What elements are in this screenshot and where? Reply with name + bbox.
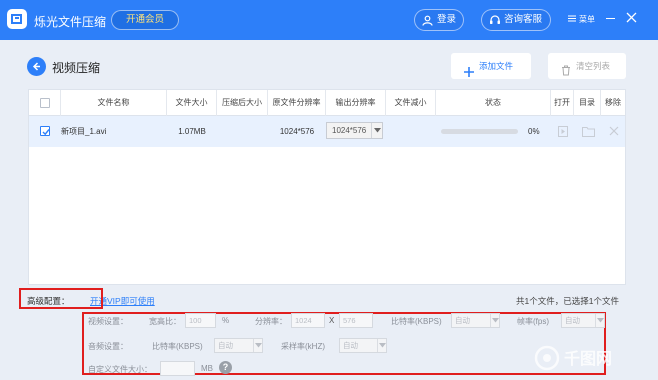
support-button[interactable]: 咨询客服	[481, 9, 551, 31]
headset-icon	[489, 14, 501, 34]
progress-text: 0%	[528, 127, 540, 136]
custom-size-input[interactable]	[160, 361, 195, 376]
menu-label: 菜单	[579, 15, 595, 24]
header-file-name: 文件名称	[61, 90, 167, 116]
clear-list-label: 清空列表	[576, 61, 611, 71]
resolution-label: 分辨率：	[255, 317, 287, 326]
header-folder: 目录	[574, 90, 601, 116]
login-button[interactable]: 登录	[414, 9, 464, 31]
aspect-ratio-unit: %	[222, 316, 230, 325]
menu-button[interactable]: 菜单	[568, 14, 595, 25]
row-source-resolution: 1024*576	[279, 127, 315, 136]
chevron-down-icon	[595, 314, 604, 327]
chevron-down-icon	[490, 314, 499, 327]
header-remove: 移除	[605, 98, 621, 107]
logo-icon	[7, 9, 27, 29]
video-settings-label: 视频设置：	[88, 317, 128, 326]
sample-rate-select[interactable]: 自动	[339, 338, 387, 353]
chevron-down-icon	[371, 123, 382, 138]
row-reduced	[386, 116, 436, 147]
watermark-text: 千图网	[564, 349, 612, 368]
video-bitrate-value: 自动	[455, 316, 470, 325]
header-select-all[interactable]	[29, 90, 61, 116]
header-reduced: 文件减小	[386, 90, 436, 116]
output-resolution-value: 1024*576	[332, 126, 367, 135]
header-open: 打开	[551, 90, 574, 116]
sample-rate-value: 自动	[343, 341, 358, 350]
folder-icon[interactable]	[582, 126, 595, 139]
audio-bitrate-value: 自动	[218, 341, 233, 350]
user-icon	[422, 14, 433, 34]
file-table: 文件名称 文件大小 压缩后大小 原文件分辨率 输出分辨率 文件减小 状态 打开 …	[28, 89, 626, 285]
file-count-status: 共1个文件，已选择1个文件	[516, 296, 619, 306]
resolution-width-input[interactable]: 1024	[291, 313, 325, 328]
add-file-button[interactable]: 添加文件	[451, 53, 531, 79]
fps-select[interactable]: 自动	[561, 313, 605, 328]
fps-label: 帧率(fps)	[517, 317, 549, 326]
header-source-resolution: 原文件分辨率	[268, 90, 326, 116]
back-button[interactable]	[27, 57, 46, 76]
table-row[interactable]: 新项目_1.avi 1.07MB 1024*576 1024*576 0%	[29, 116, 625, 147]
sample-rate-label: 采样率(kHZ)	[281, 342, 325, 351]
remove-icon[interactable]	[609, 126, 619, 138]
header-output-resolution: 输出分辨率	[326, 90, 386, 116]
aspect-ratio-label: 宽高比：	[149, 317, 181, 326]
fps-value: 自动	[565, 316, 580, 325]
table-header: 文件名称 文件大小 压缩后大小 原文件分辨率 输出分辨率 文件减小 状态 打开 …	[29, 90, 625, 116]
audio-bitrate-label: 比特率(KBPS)	[152, 342, 203, 351]
video-bitrate-label: 比特率(KBPS)	[391, 317, 442, 326]
play-icon[interactable]	[558, 126, 568, 139]
vip-button[interactable]: 开通会员	[111, 10, 179, 30]
clear-list-button[interactable]: 清空列表	[548, 53, 626, 79]
chevron-down-icon	[377, 339, 386, 352]
row-compressed-size	[217, 116, 268, 147]
highlight-box-advanced-label	[19, 288, 103, 309]
help-icon[interactable]: ?	[219, 361, 232, 374]
select-all-checkbox[interactable]	[40, 98, 50, 108]
watermark-logo: 千图网	[534, 345, 612, 371]
custom-size-unit: MB	[201, 364, 213, 373]
title-bar: 烁光文件压缩 开通会员 登录 咨询客服 菜单	[0, 0, 658, 40]
row-file-name: 新项目_1.avi	[61, 127, 107, 136]
back-arrow-icon	[32, 62, 40, 71]
header-status: 状态	[436, 90, 551, 116]
login-label: 登录	[437, 14, 457, 25]
progress-bar	[441, 129, 518, 134]
menu-icon	[568, 15, 576, 24]
header-compressed-size: 压缩后大小	[217, 90, 268, 116]
aspect-ratio-input[interactable]: 100	[185, 313, 216, 328]
custom-size-label: 自定义文件大小：	[88, 365, 152, 374]
add-file-label: 添加文件	[479, 61, 514, 71]
audio-bitrate-select[interactable]: 自动	[214, 338, 263, 353]
output-resolution-select[interactable]: 1024*576	[326, 122, 383, 139]
trash-icon	[561, 60, 571, 86]
row-checkbox[interactable]	[40, 126, 50, 136]
audio-settings-label: 音频设置：	[88, 342, 128, 351]
page-title: 视频压缩	[52, 61, 101, 75]
minimize-icon[interactable]	[606, 18, 615, 19]
plus-icon	[464, 61, 474, 87]
app-title: 烁光文件压缩	[34, 15, 107, 29]
resolution-x: X	[329, 316, 335, 325]
header-file-size: 文件大小	[167, 90, 217, 116]
video-bitrate-select[interactable]: 自动	[451, 313, 500, 328]
row-file-size: 1.07MB	[178, 127, 206, 136]
chevron-down-icon	[253, 339, 262, 352]
close-icon[interactable]	[626, 12, 637, 25]
resolution-height-input[interactable]: 576	[339, 313, 373, 328]
support-label: 咨询客服	[504, 14, 543, 25]
